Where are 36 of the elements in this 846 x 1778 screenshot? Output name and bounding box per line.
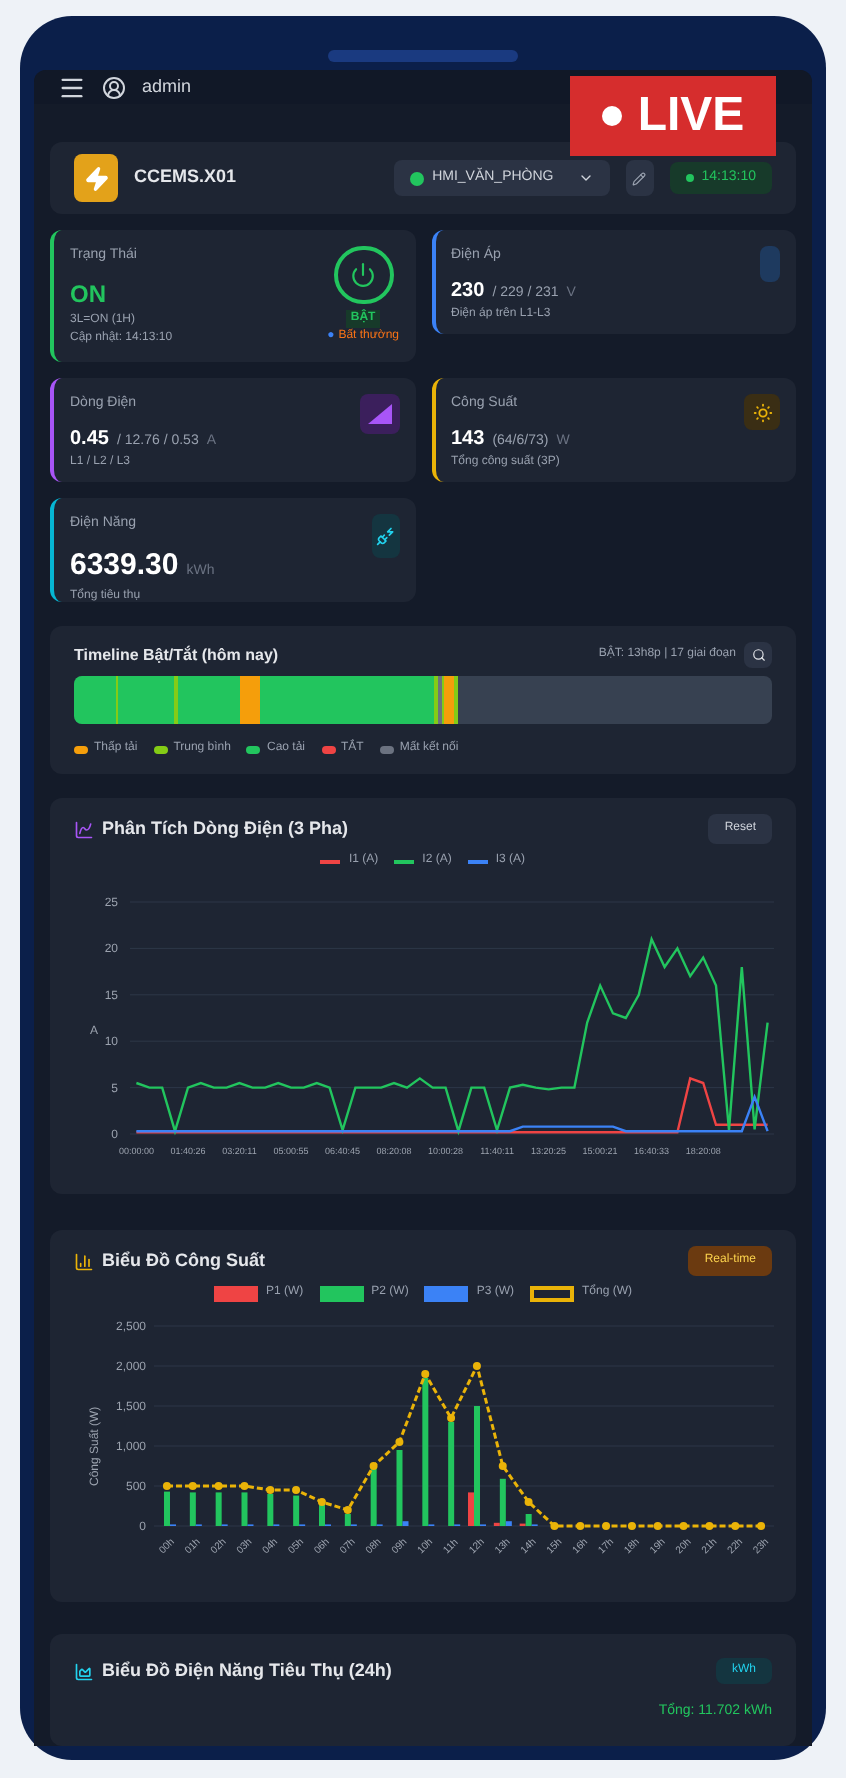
- point: [447, 1414, 456, 1422]
- point: [188, 1482, 197, 1490]
- point: [653, 1522, 662, 1530]
- metric-value: 230: [451, 277, 485, 305]
- metric-value: 6339.30: [70, 545, 179, 585]
- point: [317, 1498, 326, 1506]
- device-name: CCEMS.X01: [134, 164, 237, 191]
- metric-value: 143: [451, 425, 485, 453]
- metric-value: 0.45: [70, 425, 109, 453]
- chart-title: Phân Tích Dòng Điện (3 Pha): [102, 815, 349, 842]
- point: [214, 1482, 223, 1490]
- user-name[interactable]: admin: [142, 73, 192, 101]
- point: [757, 1522, 766, 1530]
- point: [627, 1522, 636, 1530]
- point: [369, 1462, 378, 1470]
- point: [705, 1522, 714, 1530]
- chart-title: Biểu Đồ Điện Năng Tiêu Thụ (24h): [102, 1658, 392, 1684]
- live-badge: LIVE: [570, 76, 776, 156]
- status-value: ON: [70, 277, 108, 311]
- point: [602, 1522, 611, 1530]
- point: [679, 1522, 688, 1530]
- point: [731, 1522, 740, 1530]
- point: [576, 1522, 585, 1530]
- point: [343, 1506, 352, 1514]
- chart-title: Biểu Đồ Công Suất: [102, 1247, 265, 1274]
- point: [162, 1482, 171, 1490]
- point: [550, 1522, 559, 1530]
- point: [421, 1370, 430, 1378]
- point: [524, 1498, 533, 1506]
- point: [395, 1438, 404, 1446]
- timeline-title: Timeline Bật/Tắt (hôm nay): [74, 643, 279, 667]
- point: [498, 1462, 507, 1470]
- point: [292, 1486, 301, 1494]
- point: [472, 1362, 481, 1370]
- point: [266, 1486, 275, 1494]
- point: [240, 1482, 249, 1490]
